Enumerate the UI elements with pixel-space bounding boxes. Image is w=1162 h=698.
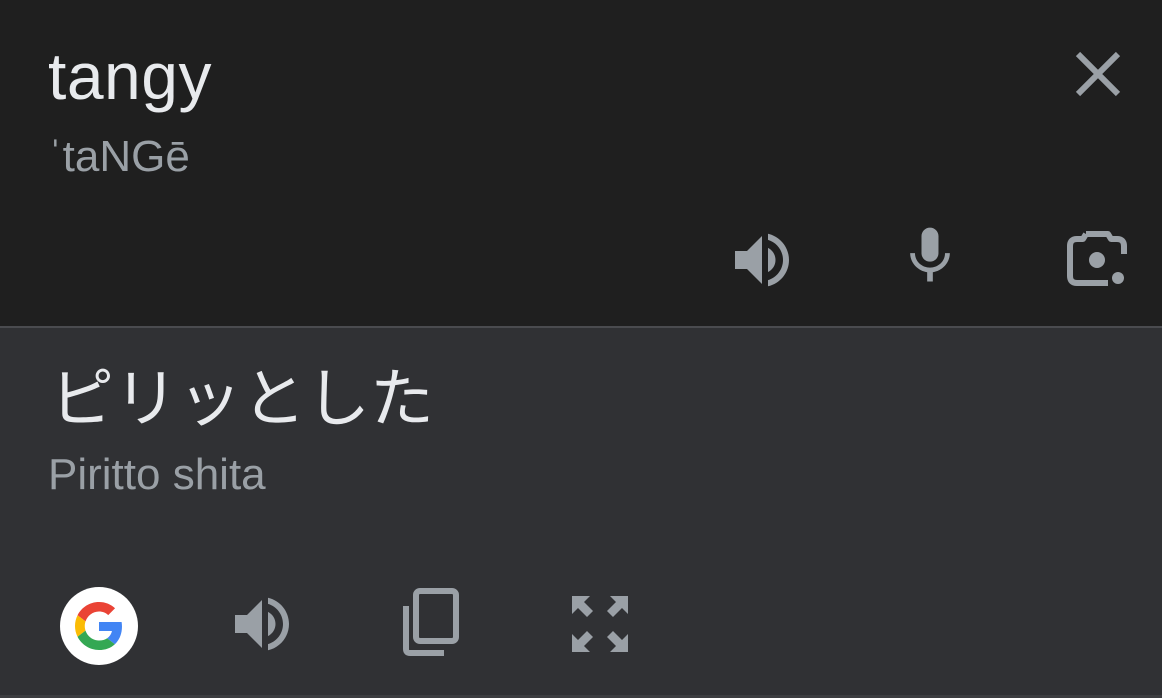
speaker-icon[interactable] (726, 224, 798, 296)
source-word: tangy (48, 39, 212, 113)
speaker-icon[interactable] (226, 588, 298, 660)
close-icon[interactable] (1068, 44, 1128, 104)
fullscreen-icon[interactable] (564, 588, 636, 660)
google-logo-icon (75, 602, 122, 650)
copy-icon[interactable] (396, 586, 466, 658)
google-search-button[interactable] (60, 587, 138, 665)
camera-lens-icon[interactable] (1062, 224, 1132, 294)
translation-word: ピリッとした (50, 363, 434, 437)
translation-romanization: Piritto shita (48, 450, 266, 499)
microphone-icon[interactable] (896, 222, 964, 290)
translate-card: tangy ˈtaNGē ピリッとした Piritto shita (0, 0, 1162, 698)
source-panel: tangy ˈtaNGē (0, 0, 1162, 326)
source-phonetic: ˈtaNGē (48, 132, 190, 181)
